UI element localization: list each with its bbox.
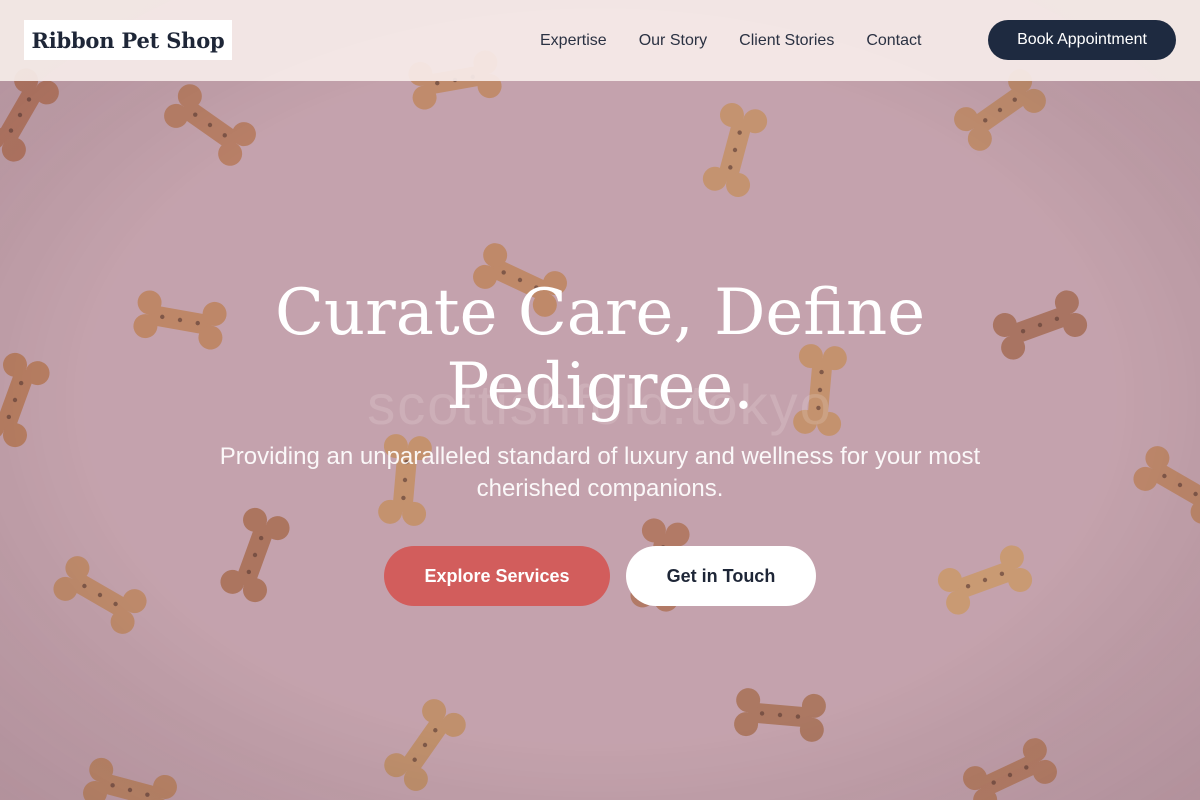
brand-logo[interactable]: Ribbon Pet Shop xyxy=(24,20,232,60)
nav-link-expertise[interactable]: Expertise xyxy=(540,32,607,50)
hero-subtitle: Providing an unparalleled standard of lu… xyxy=(219,443,981,502)
nav-link-client-stories[interactable]: Client Stories xyxy=(739,32,834,50)
hero-cta-group: Explore Services Get in Touch xyxy=(0,546,1200,606)
main-nav: Expertise Our Story Client Stories Conta… xyxy=(540,0,921,81)
book-appointment-button[interactable]: Book Appointment xyxy=(988,20,1176,60)
site-header: Ribbon Pet Shop Expertise Our Story Clie… xyxy=(0,0,1200,81)
hero-title: Curate Care, Define Pedigree. xyxy=(274,276,926,424)
nav-link-our-story[interactable]: Our Story xyxy=(639,32,707,50)
get-in-touch-button[interactable]: Get in Touch xyxy=(626,546,816,606)
nav-link-contact[interactable]: Contact xyxy=(866,32,921,50)
explore-services-button[interactable]: Explore Services xyxy=(384,546,610,606)
